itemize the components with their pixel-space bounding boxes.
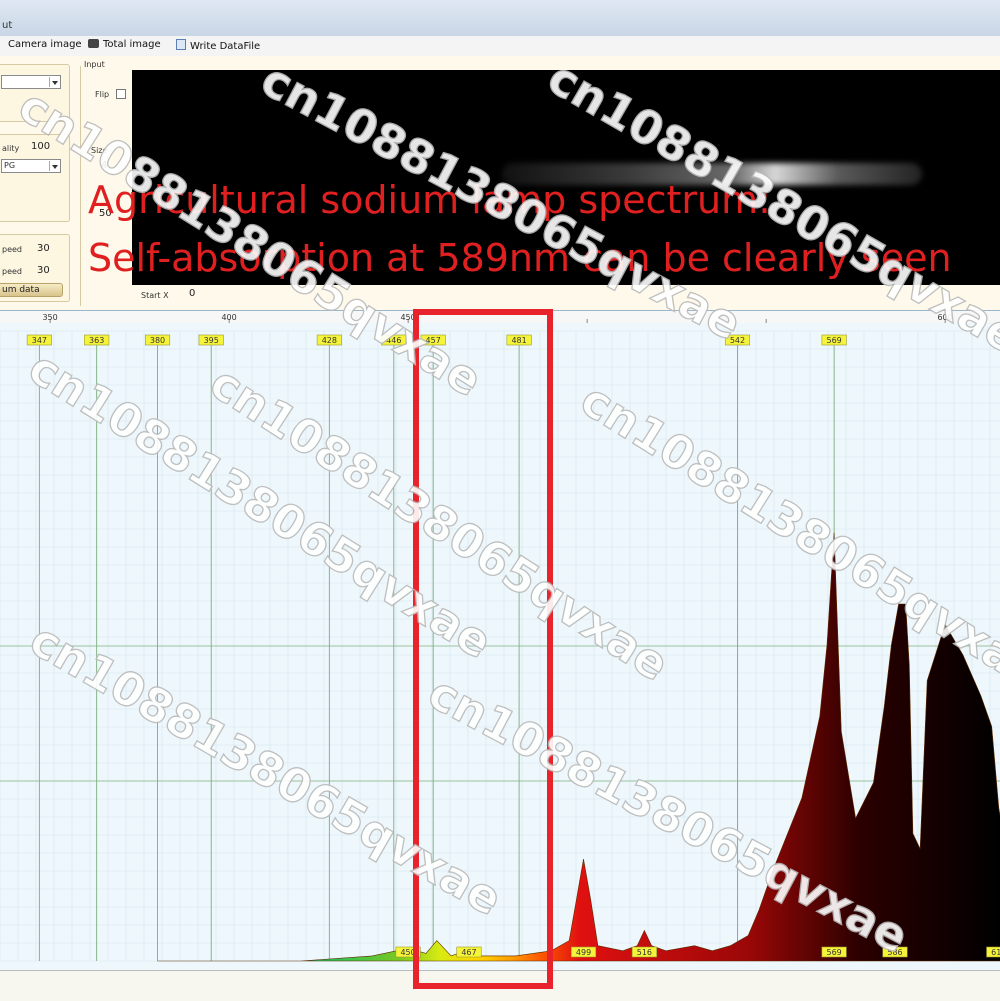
- peak-marker-label: 380: [150, 336, 165, 345]
- spectrum-data-button[interactable]: um data: [0, 283, 63, 297]
- start-x-value[interactable]: 0: [189, 288, 195, 299]
- write-datafile-button[interactable]: Write DataFile: [176, 39, 260, 52]
- format-value: PG: [4, 161, 15, 170]
- peak-marker-label: 428: [322, 336, 337, 345]
- chevron-down-icon: [49, 161, 59, 171]
- peak-marker-label: 615: [991, 948, 1000, 957]
- flip-checkbox[interactable]: [116, 89, 126, 99]
- speed-value-1[interactable]: 30: [37, 243, 50, 254]
- title-bar: ut: [0, 0, 1000, 37]
- x-tick-label: 400: [221, 313, 236, 322]
- speed-value-2[interactable]: 30: [37, 265, 50, 276]
- camera-icon: [88, 39, 99, 48]
- peak-marker-label: 542: [730, 336, 745, 345]
- peak-marker-label: 569: [826, 336, 841, 345]
- flip-label: Flip: [95, 90, 109, 99]
- x-tick-label: 350: [42, 313, 57, 322]
- input-group-label: Input: [84, 60, 105, 69]
- window-title: ut: [2, 20, 12, 31]
- total-image-button[interactable]: Total image: [88, 39, 161, 50]
- toolbar: Camera image Total image Write DataFile: [0, 36, 1000, 57]
- document-icon: [176, 39, 186, 50]
- speed-box: peed 30 peed 30 um data: [0, 234, 70, 302]
- format-select[interactable]: PG: [1, 159, 61, 173]
- peak-marker-label: 499: [576, 948, 591, 957]
- peak-marker-label: 395: [204, 336, 219, 345]
- peak-marker-label: 363: [89, 336, 104, 345]
- camera-image-button[interactable]: Camera image: [8, 39, 82, 50]
- peak-marker-label: 516: [637, 948, 652, 957]
- speed-label-2: peed: [2, 267, 22, 276]
- quality-label: ality: [2, 144, 19, 153]
- peak-marker-label: 569: [826, 948, 841, 957]
- start-x-label: Start X: [141, 291, 169, 300]
- speed-label-1: peed: [2, 245, 22, 254]
